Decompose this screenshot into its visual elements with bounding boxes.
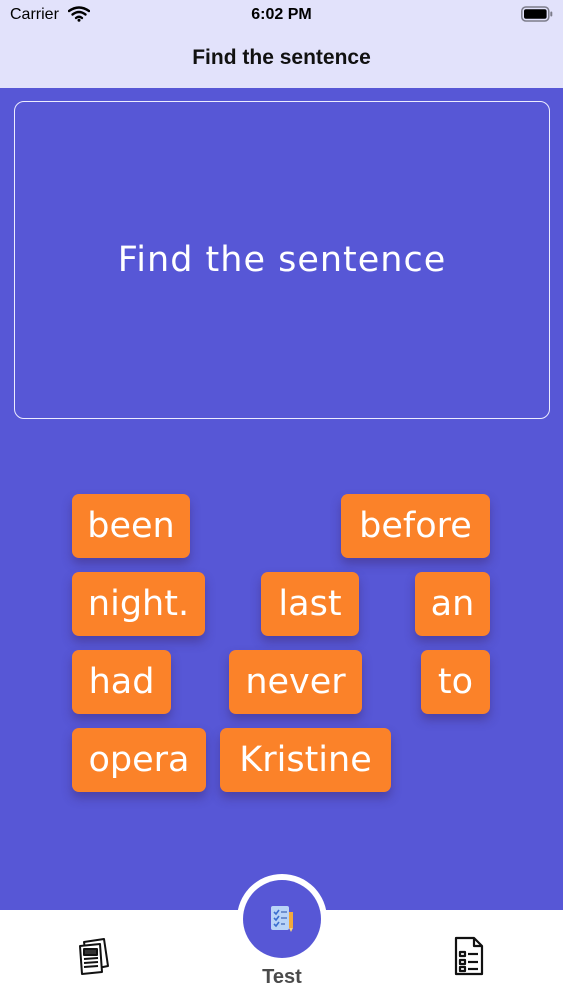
word-tile-night[interactable]: night. <box>72 572 205 636</box>
tab-document-icon[interactable] <box>452 936 486 976</box>
navigation-bar: Find the sentence <box>0 30 563 88</box>
tab-newspaper-icon[interactable] <box>76 936 114 976</box>
page-title: Find the sentence <box>192 46 371 69</box>
word-tile-kristine[interactable]: Kristine <box>220 728 391 792</box>
word-tile-before[interactable]: before <box>341 494 490 558</box>
word-tile-last[interactable]: last <box>261 572 359 636</box>
battery-icon <box>521 6 553 22</box>
word-tile-to[interactable]: to <box>421 650 490 714</box>
word-tile-opera[interactable]: opera <box>72 728 206 792</box>
test-tab-button[interactable] <box>243 880 321 958</box>
status-time: 6:02 PM <box>251 6 312 23</box>
status-bar: Carrier 6:02 PM <box>0 0 563 30</box>
word-tile-an[interactable]: an <box>415 572 490 636</box>
word-tile-been[interactable]: been <box>72 494 190 558</box>
prompt-card: Find the sentence <box>14 101 550 419</box>
checklist-icon <box>271 906 293 932</box>
prompt-text: Find the sentence <box>117 240 447 280</box>
test-tab-label: Test <box>262 966 302 988</box>
word-tile-never[interactable]: never <box>229 650 362 714</box>
word-tile-had[interactable]: had <box>72 650 171 714</box>
